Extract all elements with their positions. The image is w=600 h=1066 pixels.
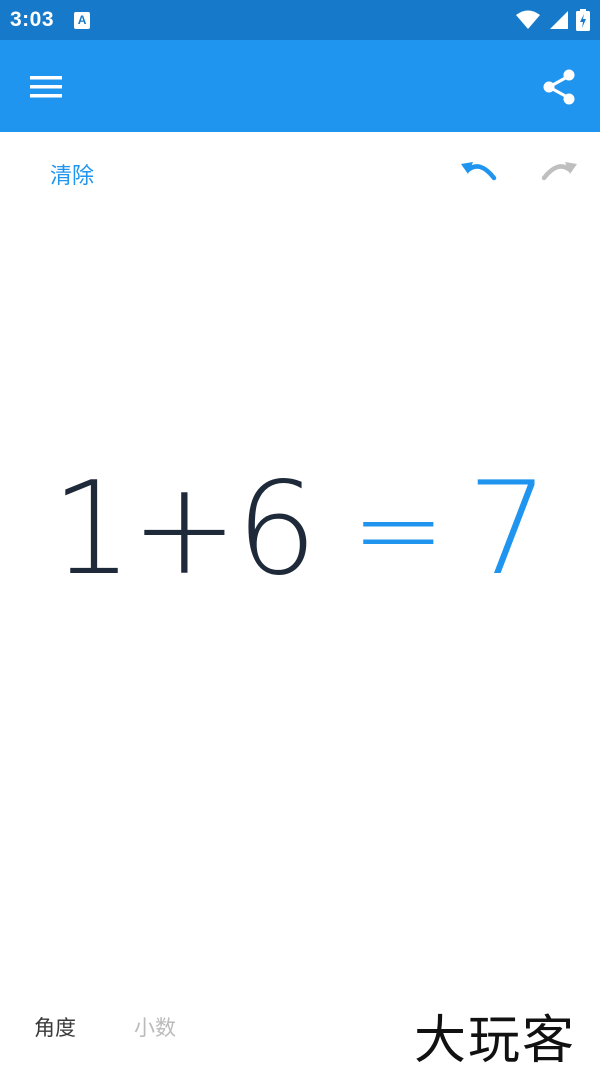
notification-icon: A <box>74 11 91 29</box>
redo-button[interactable] <box>538 156 580 188</box>
expression-input[interactable]: 1+6 <box>51 466 317 594</box>
undo-icon <box>461 162 497 181</box>
clear-button[interactable]: 清除 <box>50 158 94 190</box>
share-icon <box>543 69 575 105</box>
status-icons <box>516 9 590 31</box>
result-value: 7 <box>467 455 549 604</box>
signal-icon <box>550 11 568 29</box>
menu-button[interactable] <box>26 67 66 107</box>
redo-icon <box>541 162 577 181</box>
equals-sign: = <box>351 465 446 595</box>
calculator-screen: 3:03 A 清除 1+6 = 7 角度 小数 大玩客 <box>0 0 600 1066</box>
watermark-logo: 大玩客 <box>414 1011 577 1066</box>
undo-button[interactable] <box>458 156 500 188</box>
share-button[interactable] <box>538 66 580 108</box>
status-time: 3:03 <box>10 8 55 31</box>
app-bar <box>0 40 600 132</box>
decimal-mode-toggle[interactable]: 小数 <box>134 1012 176 1042</box>
menu-icon <box>30 76 62 98</box>
battery-icon <box>576 9 590 31</box>
angle-mode-toggle[interactable]: 角度 <box>34 1012 76 1042</box>
expression-display: 1+6 = 7 <box>0 455 600 605</box>
wifi-icon <box>516 10 540 29</box>
status-bar: 3:03 A <box>0 0 600 40</box>
